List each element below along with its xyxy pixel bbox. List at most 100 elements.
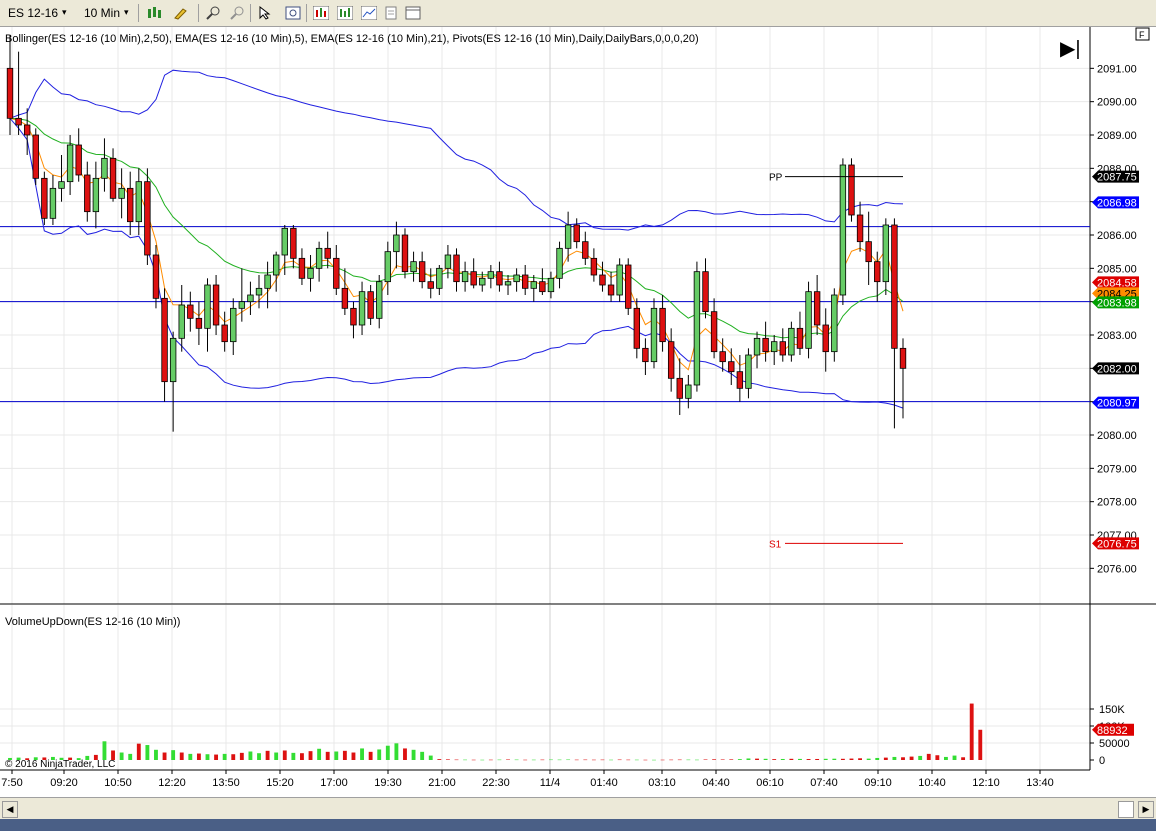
volume-bar-up [652,759,656,761]
volume-bar-up [248,751,253,760]
chart-toolbar: ES 12-16 ▾ 10 Min ▾ [0,0,1156,27]
scroll-thumb[interactable] [1118,801,1134,818]
volume-bar-up [763,758,768,760]
volume-axis-label: 150K [1099,704,1125,716]
horizontal-scrollbar[interactable]: ◀ ▶ [0,797,1156,820]
price-and-volume-chart[interactable]: PPS12091.002090.002089.002088.002087.002… [0,27,1156,797]
chart-area[interactable]: PPS12091.002090.002089.002088.002087.002… [0,27,1156,797]
volume-bar-down [308,751,313,760]
candle-down [212,284,220,326]
price-marker-label: 2087.75 [1097,172,1137,184]
candle-up [178,304,185,339]
scroll-to-end-icon[interactable]: ▶| [1060,38,1081,60]
bollinger-upper-line [9,69,904,231]
volume-bar-up [394,743,399,760]
volume-bar-down [265,750,270,760]
toolbar-divider [306,4,307,22]
f-button[interactable]: F [1139,30,1145,40]
candle-up [255,287,263,296]
volume-bar-down [600,759,605,761]
scroll-right-button[interactable]: ▶ [1138,801,1154,818]
instrument-selector[interactable]: ES 12-16 ▾ [8,3,67,22]
cursor-icon[interactable] [256,4,274,22]
strategies-icon[interactable] [336,4,354,22]
price-marker: 2082.00 [1092,362,1139,375]
candle-up [393,234,400,253]
zoom-out-icon[interactable] [228,4,246,22]
time-axis-label: 10:40 [918,777,946,789]
indicators-icon[interactable] [312,4,330,22]
volume-bar-down [712,759,717,760]
volume-bar-down [626,759,631,761]
candle-down [324,247,331,259]
volume-bar-up [549,759,553,761]
candle-down [298,257,306,279]
volume-bar-up [694,759,699,761]
volume-bar-up [411,749,416,760]
volume-bar-down [703,759,708,760]
volume-bar-down [660,759,665,761]
candle-up [564,224,572,249]
candle-up [376,281,383,319]
candle-down [659,307,666,343]
volume-bar-down [755,758,759,760]
time-axis-label: 03:10 [648,777,676,789]
bar-type-icon[interactable] [146,4,164,22]
volume-bar-up [514,759,519,761]
tab-icon[interactable] [404,4,422,22]
volume-bar-down [403,748,407,760]
price-axis-label: 2080.00 [1097,430,1137,442]
volume-bar-up [205,754,210,760]
time-axis-label: 09:20 [50,777,78,789]
candle-up [238,301,246,309]
candle-down [75,144,82,176]
volume-bar-up [428,755,433,760]
scroll-left-button[interactable]: ◀ [2,801,18,818]
draw-pen-icon[interactable] [172,4,190,22]
volume-bar-up [171,750,176,760]
chart-properties-icon[interactable] [360,4,378,22]
time-axis-label: 01:40 [590,777,618,789]
price-marker-label: 2082.00 [1097,363,1137,375]
data-box-icon[interactable] [284,4,302,22]
volume-bar-down [471,759,476,761]
candle-down [582,241,589,259]
candle-up [49,187,57,219]
volume-bar-up [566,759,571,761]
time-axis-label: 12:20 [158,777,186,789]
volume-bar-down [789,758,794,760]
candle-down [856,214,864,243]
templates-icon[interactable] [382,4,400,22]
candle-down [539,281,546,293]
zoom-in-icon[interactable] [204,4,222,22]
volume-bar-up [291,752,296,760]
volume-bar-down [300,753,304,760]
time-axis-label: 13:50 [212,777,240,789]
time-axis-label: 06:10 [756,777,784,789]
candle-up [487,271,495,279]
candle-up [788,327,795,356]
price-marker: 2086.98 [1092,196,1139,209]
price-axis-label: 2089.00 [1097,130,1137,142]
interval-label: 10 Min [84,5,121,20]
candle-down [427,281,434,289]
volume-axis-label: 50000 [1099,738,1130,750]
copyright-label: © 2016 NinjaTrader, LLC [5,759,115,770]
time-axis-label: 12:10 [972,777,1000,789]
candle-up [92,177,100,213]
candle-down [728,361,735,373]
candle-down [848,164,855,216]
interval-selector[interactable]: 10 Min ▾ [84,3,129,22]
volume-bar-down [720,759,725,760]
candle-down [161,297,168,383]
candle-down [762,337,769,353]
volume-bar-down [849,758,854,760]
price-marker: 2080.97 [1092,396,1139,410]
candle-down [32,134,39,179]
price-axis-label: 2076.00 [1097,563,1137,575]
time-axis-label: 10:50 [104,777,132,789]
volume-bar-down [815,758,820,760]
candle-down [144,181,151,256]
time-axis-label: 07:40 [810,777,838,789]
volume-bar-down [669,759,674,761]
